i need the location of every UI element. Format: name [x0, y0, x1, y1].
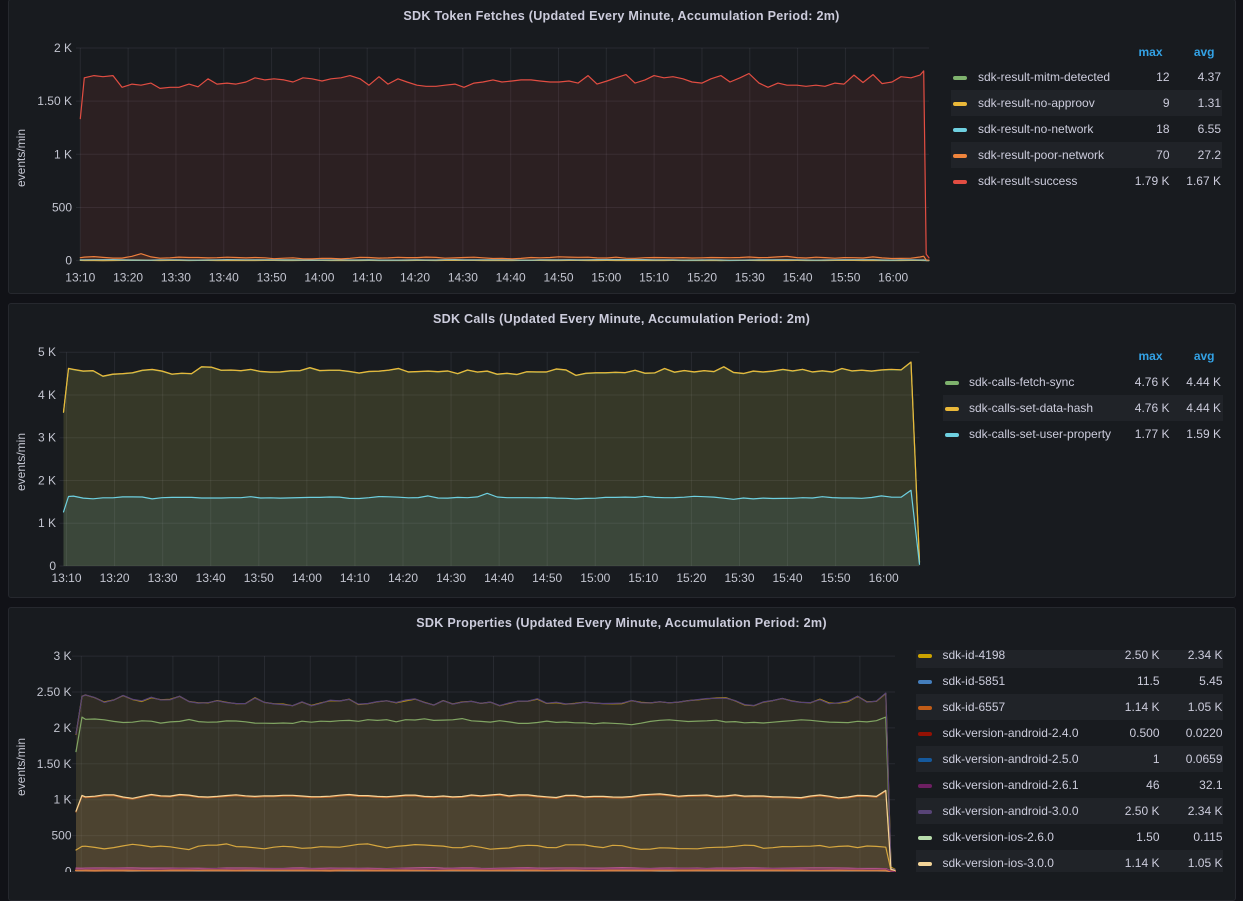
svg-text:0: 0 [65, 254, 72, 268]
svg-text:events/min: events/min [14, 433, 28, 491]
svg-text:events/min: events/min [14, 738, 28, 796]
svg-text:15:50: 15:50 [830, 271, 860, 285]
svg-text:14:50: 14:50 [543, 271, 573, 285]
svg-text:14:40: 14:40 [496, 271, 526, 285]
svg-text:15:10: 15:10 [628, 571, 658, 585]
svg-text:13:30: 13:30 [148, 571, 178, 585]
svg-text:15:30: 15:30 [724, 571, 754, 585]
svg-text:14:20: 14:20 [400, 271, 430, 285]
svg-text:14:30: 14:30 [448, 271, 478, 285]
svg-text:15:40: 15:40 [772, 571, 802, 585]
svg-text:1.50 K: 1.50 K [37, 757, 72, 771]
svg-text:1 K: 1 K [38, 516, 56, 530]
svg-text:4 K: 4 K [38, 388, 56, 402]
svg-text:13:10: 13:10 [51, 571, 81, 585]
svg-text:14:00: 14:00 [292, 571, 322, 585]
svg-text:14:50: 14:50 [532, 571, 562, 585]
svg-text:13:40: 13:40 [209, 271, 239, 285]
svg-text:2.50 K: 2.50 K [37, 685, 72, 699]
svg-text:14:00: 14:00 [304, 271, 334, 285]
svg-text:events/min: events/min [14, 129, 28, 187]
svg-text:500: 500 [52, 201, 72, 215]
svg-text:1 K: 1 K [53, 793, 71, 807]
svg-text:13:50: 13:50 [244, 571, 274, 585]
svg-text:2 K: 2 K [53, 721, 71, 735]
svg-text:5 K: 5 K [38, 345, 56, 359]
svg-text:500: 500 [51, 829, 71, 843]
svg-text:15:20: 15:20 [687, 271, 717, 285]
svg-text:0: 0 [65, 865, 72, 873]
svg-text:3 K: 3 K [38, 431, 56, 445]
svg-text:1.50 K: 1.50 K [37, 94, 72, 108]
svg-text:3 K: 3 K [53, 649, 71, 663]
svg-text:13:10: 13:10 [65, 271, 95, 285]
svg-text:13:40: 13:40 [196, 571, 226, 585]
svg-text:14:10: 14:10 [340, 571, 370, 585]
svg-text:15:30: 15:30 [735, 271, 765, 285]
svg-text:2 K: 2 K [38, 474, 56, 488]
svg-text:15:10: 15:10 [639, 271, 669, 285]
svg-text:2 K: 2 K [54, 41, 72, 55]
svg-text:15:50: 15:50 [821, 571, 851, 585]
svg-text:13:50: 13:50 [257, 271, 287, 285]
svg-text:15:00: 15:00 [580, 571, 610, 585]
svg-text:15:20: 15:20 [676, 571, 706, 585]
svg-text:14:40: 14:40 [484, 571, 514, 585]
svg-text:13:30: 13:30 [161, 271, 191, 285]
svg-text:1 K: 1 K [54, 147, 72, 161]
svg-text:13:20: 13:20 [100, 571, 130, 585]
svg-text:14:30: 14:30 [436, 571, 466, 585]
svg-text:15:40: 15:40 [783, 271, 813, 285]
svg-text:15:00: 15:00 [591, 271, 621, 285]
svg-text:16:00: 16:00 [869, 571, 899, 585]
svg-text:13:20: 13:20 [113, 271, 143, 285]
svg-text:14:10: 14:10 [352, 271, 382, 285]
svg-text:16:00: 16:00 [878, 271, 908, 285]
svg-text:14:20: 14:20 [388, 571, 418, 585]
